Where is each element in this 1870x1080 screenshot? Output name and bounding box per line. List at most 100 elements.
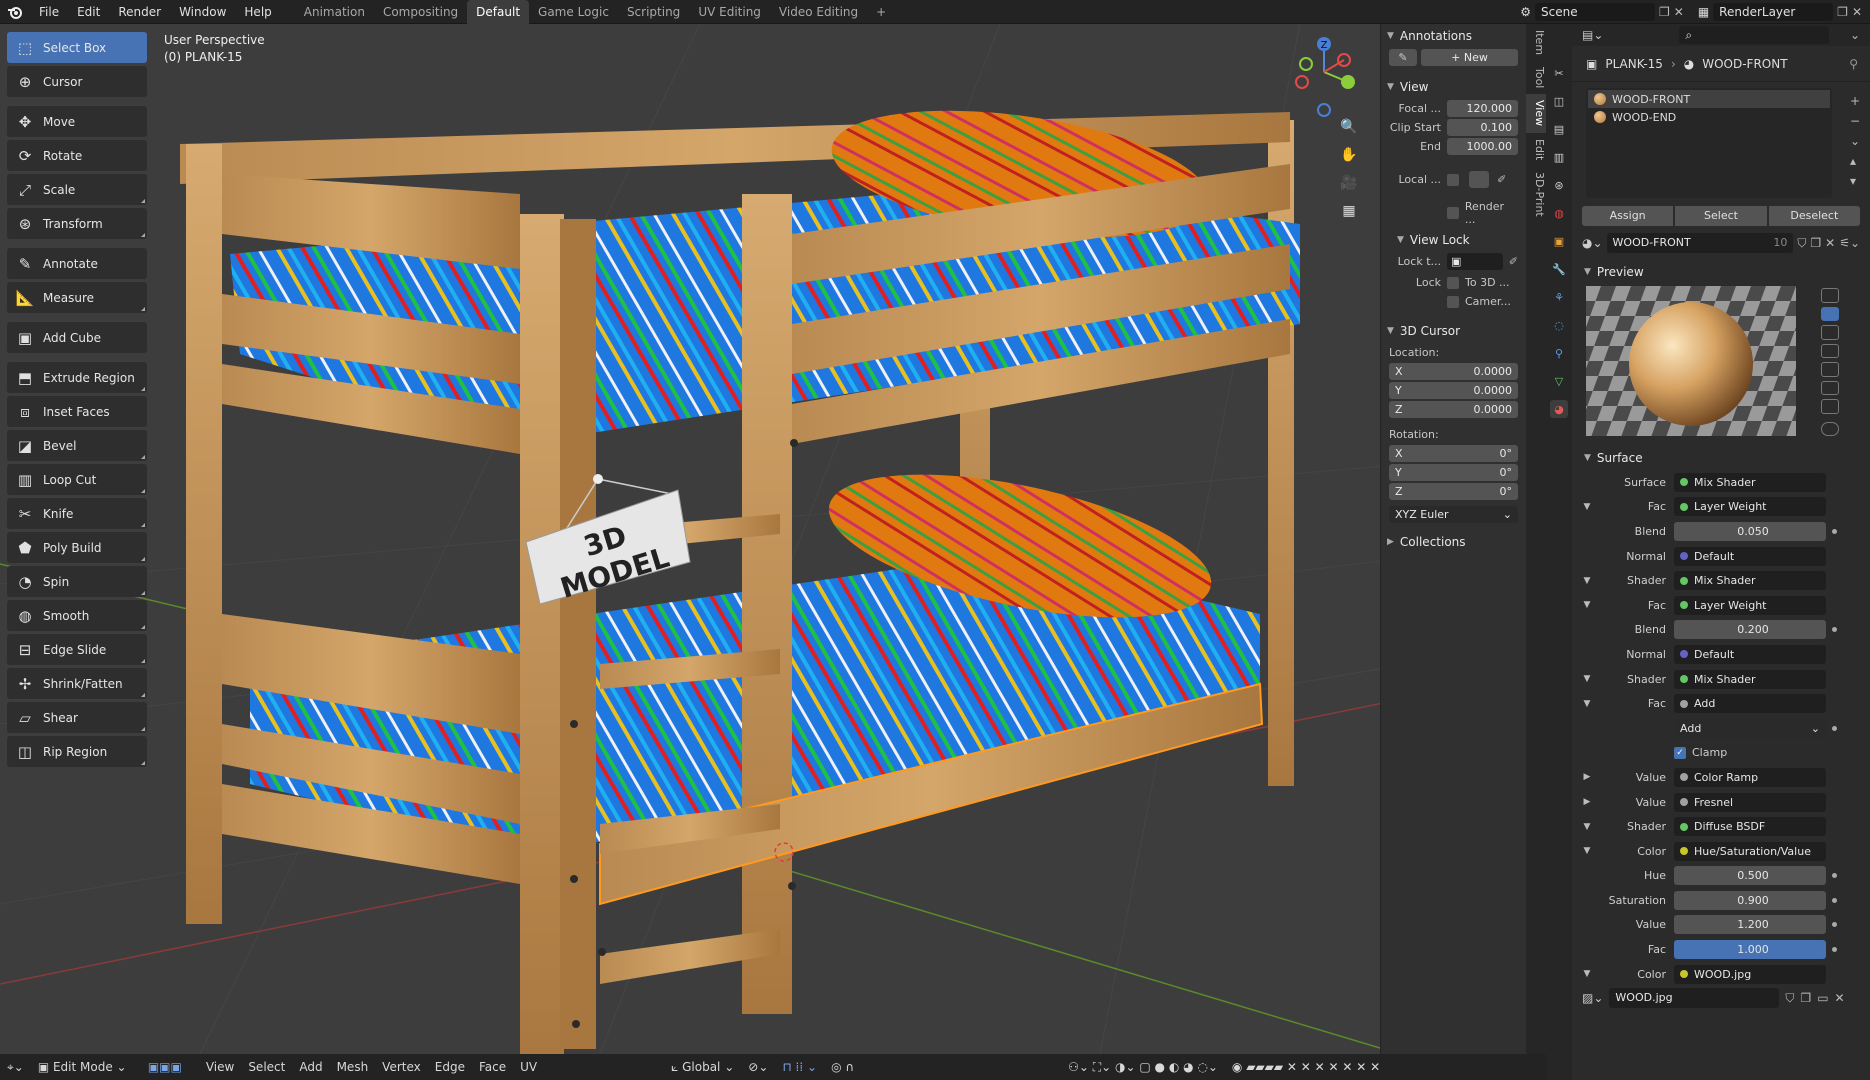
- image-name-field[interactable]: WOOD.jpg: [1609, 988, 1780, 1009]
- blender-logo-icon[interactable]: [0, 0, 30, 24]
- workspace-tab-game-logic[interactable]: Game Logic: [529, 0, 618, 24]
- socket-link-field[interactable]: Default: [1674, 546, 1826, 566]
- pivot-icon[interactable]: ⊘⌄: [741, 1060, 775, 1074]
- 3d-cursor-section[interactable]: ▼ 3D Cursor: [1381, 319, 1526, 343]
- rotation-z-field[interactable]: Z 0°: [1389, 483, 1518, 500]
- menu-render[interactable]: Render: [109, 0, 170, 24]
- tool-inset-faces[interactable]: ⧈ Inset Faces: [7, 396, 147, 427]
- navigation-gizmo[interactable]: Z: [1290, 32, 1358, 122]
- select-mode-icons[interactable]: ▣▣▣: [141, 1060, 189, 1074]
- clamp-checkbox[interactable]: ✓ Clamp: [1674, 746, 1727, 759]
- keyframe-dot-icon[interactable]: [1832, 528, 1837, 534]
- header-menu-mesh[interactable]: Mesh: [330, 1060, 376, 1074]
- header-menu-select[interactable]: Select: [241, 1060, 292, 1074]
- select-button[interactable]: Select: [1675, 206, 1767, 226]
- sidebar-tab-tool[interactable]: Tool: [1526, 61, 1546, 94]
- preview-section[interactable]: ▼ Preview: [1572, 260, 1870, 284]
- rotation-y-field[interactable]: Y 0°: [1389, 464, 1518, 481]
- preview-fluid-icon[interactable]: [1821, 399, 1839, 414]
- preview-flat-icon[interactable]: [1821, 288, 1839, 303]
- expand-toggle-icon[interactable]: ▼: [1576, 600, 1598, 610]
- image-duplicate-icon[interactable]: ❐: [1800, 991, 1811, 1005]
- keyframe-dot-icon[interactable]: [1832, 897, 1837, 903]
- socket-link-field[interactable]: Hue/Saturation/Value: [1674, 841, 1826, 861]
- scene-icon[interactable]: ⚙: [1520, 5, 1531, 19]
- workspace-tab-uv-editing[interactable]: UV Editing: [689, 0, 770, 24]
- material-name-field[interactable]: WOOD-FRONT 10: [1606, 233, 1794, 253]
- menu-help[interactable]: Help: [235, 0, 280, 24]
- location-x-field[interactable]: X 0.0000: [1389, 363, 1518, 380]
- mode-selector[interactable]: ▣ Edit Mode ⌄: [31, 1060, 141, 1074]
- tool-extrude-region[interactable]: ⬒ Extrude Region: [7, 362, 147, 393]
- lock-to-object-field[interactable]: ▣: [1447, 253, 1503, 270]
- move-slot-down-icon[interactable]: ▾: [1850, 174, 1860, 188]
- header-menu-vertex[interactable]: Vertex: [375, 1060, 428, 1074]
- sidebar-tab-view[interactable]: View: [1526, 94, 1546, 133]
- material-slot[interactable]: WOOD-END: [1588, 108, 1830, 126]
- lock-eyedropper-icon[interactable]: ✐: [1509, 255, 1518, 268]
- keyframe-dot-icon[interactable]: [1832, 873, 1837, 879]
- sidebar-tab-3d-print[interactable]: 3D-Print: [1526, 166, 1546, 223]
- value-slider[interactable]: 0.500: [1674, 866, 1826, 886]
- world-props-tab-icon[interactable]: ◍: [1550, 204, 1568, 222]
- object-props-tab-icon[interactable]: ▣: [1550, 232, 1568, 250]
- operation-select[interactable]: Add ⌄: [1674, 718, 1826, 738]
- tool-smooth[interactable]: ◍ Smooth: [7, 600, 147, 631]
- camera-view-icon[interactable]: 🎥: [1338, 172, 1360, 194]
- tool-select-box[interactable]: ⬚ Select Box: [7, 32, 147, 63]
- menu-file[interactable]: File: [30, 0, 68, 24]
- socket-link-field[interactable]: Fresnel: [1674, 792, 1826, 812]
- tool-add-cube[interactable]: ▣ Add Cube: [7, 322, 147, 353]
- 3d-viewport[interactable]: 3D MODEL ⬚ Select Box ⊕ Cursor ✥ Move ⟳ Rotate ⤢…: [0, 24, 1526, 1054]
- tool-shear[interactable]: ▱ Shear: [7, 702, 147, 733]
- value-slider[interactable]: 0.050: [1674, 521, 1826, 541]
- view-lock-section[interactable]: ▼ View Lock: [1381, 228, 1526, 252]
- expand-toggle-icon[interactable]: ▼: [1576, 502, 1598, 512]
- new-annotation-button[interactable]: + New: [1421, 49, 1518, 66]
- tool-poly-build[interactable]: ⬟ Poly Build: [7, 532, 147, 563]
- constraints-props-tab-icon[interactable]: ⚲: [1550, 344, 1568, 362]
- socket-link-field[interactable]: WOOD.jpg: [1674, 964, 1826, 984]
- view-layer-field[interactable]: RenderLayer: [1713, 3, 1834, 21]
- expand-toggle-icon[interactable]: ▼: [1576, 674, 1598, 684]
- snap-icon[interactable]: ⊓ ⁞⁞ ⌄: [775, 1060, 824, 1074]
- render-props-tab-icon[interactable]: ◫: [1550, 92, 1568, 110]
- material-props-tab-icon[interactable]: ◕: [1550, 400, 1568, 418]
- socket-link-field[interactable]: Layer Weight: [1674, 595, 1826, 615]
- data-props-tab-icon[interactable]: ▽: [1550, 372, 1568, 390]
- value-slider[interactable]: 1.200: [1674, 915, 1826, 935]
- image-unlink-icon[interactable]: ✕: [1835, 991, 1845, 1005]
- new-view-layer-icon[interactable]: ❐: [1837, 5, 1848, 19]
- expand-toggle-icon[interactable]: ▶: [1576, 797, 1598, 807]
- keyframe-dot-icon[interactable]: [1832, 922, 1837, 928]
- slot-specials-icon[interactable]: ⌄: [1850, 134, 1860, 148]
- socket-link-field[interactable]: Mix Shader: [1674, 571, 1826, 591]
- header-menu-edge[interactable]: Edge: [428, 1060, 472, 1074]
- header-menu-view[interactable]: View: [199, 1060, 241, 1074]
- tool-scale[interactable]: ⤢ Scale: [7, 174, 147, 205]
- keyframe-dot-icon[interactable]: [1832, 725, 1837, 731]
- sidebar-tab-item[interactable]: Item: [1526, 24, 1546, 61]
- output-props-tab-icon[interactable]: ▤: [1550, 120, 1568, 138]
- deselect-button[interactable]: Deselect: [1768, 206, 1860, 226]
- rotation-x-field[interactable]: X 0°: [1389, 445, 1518, 462]
- socket-link-field[interactable]: Add: [1674, 694, 1826, 714]
- particles-props-tab-icon[interactable]: ⚘: [1550, 288, 1568, 306]
- header-menu-add[interactable]: Add: [292, 1060, 329, 1074]
- value-slider[interactable]: 0.900: [1674, 890, 1826, 910]
- add-slot-icon[interactable]: +: [1850, 94, 1860, 108]
- expand-toggle-icon[interactable]: ▼: [1576, 969, 1598, 979]
- link-type-icon[interactable]: ⚟⌄: [1839, 236, 1860, 250]
- expand-toggle-icon[interactable]: ▶: [1576, 772, 1598, 782]
- tool-transform[interactable]: ⊛ Transform: [7, 208, 147, 239]
- socket-link-field[interactable]: Mix Shader: [1674, 669, 1826, 689]
- expand-toggle-icon[interactable]: ▼: [1576, 846, 1598, 856]
- socket-link-field[interactable]: Layer Weight: [1674, 497, 1826, 517]
- location-z-field[interactable]: Z 0.0000: [1389, 401, 1518, 418]
- preview-hair-icon[interactable]: [1821, 343, 1839, 358]
- value-slider[interactable]: 0.200: [1674, 620, 1826, 640]
- keyframe-dot-icon[interactable]: [1832, 947, 1837, 953]
- overlay-icons[interactable]: ⚇⌄ ⛶⌄ ◑⌄ ▢ ● ◐ ◕ ◌⌄: [1061, 1060, 1225, 1075]
- modifier-props-tab-icon[interactable]: 🔧: [1550, 260, 1568, 278]
- tool-measure[interactable]: 📐 Measure: [7, 282, 147, 313]
